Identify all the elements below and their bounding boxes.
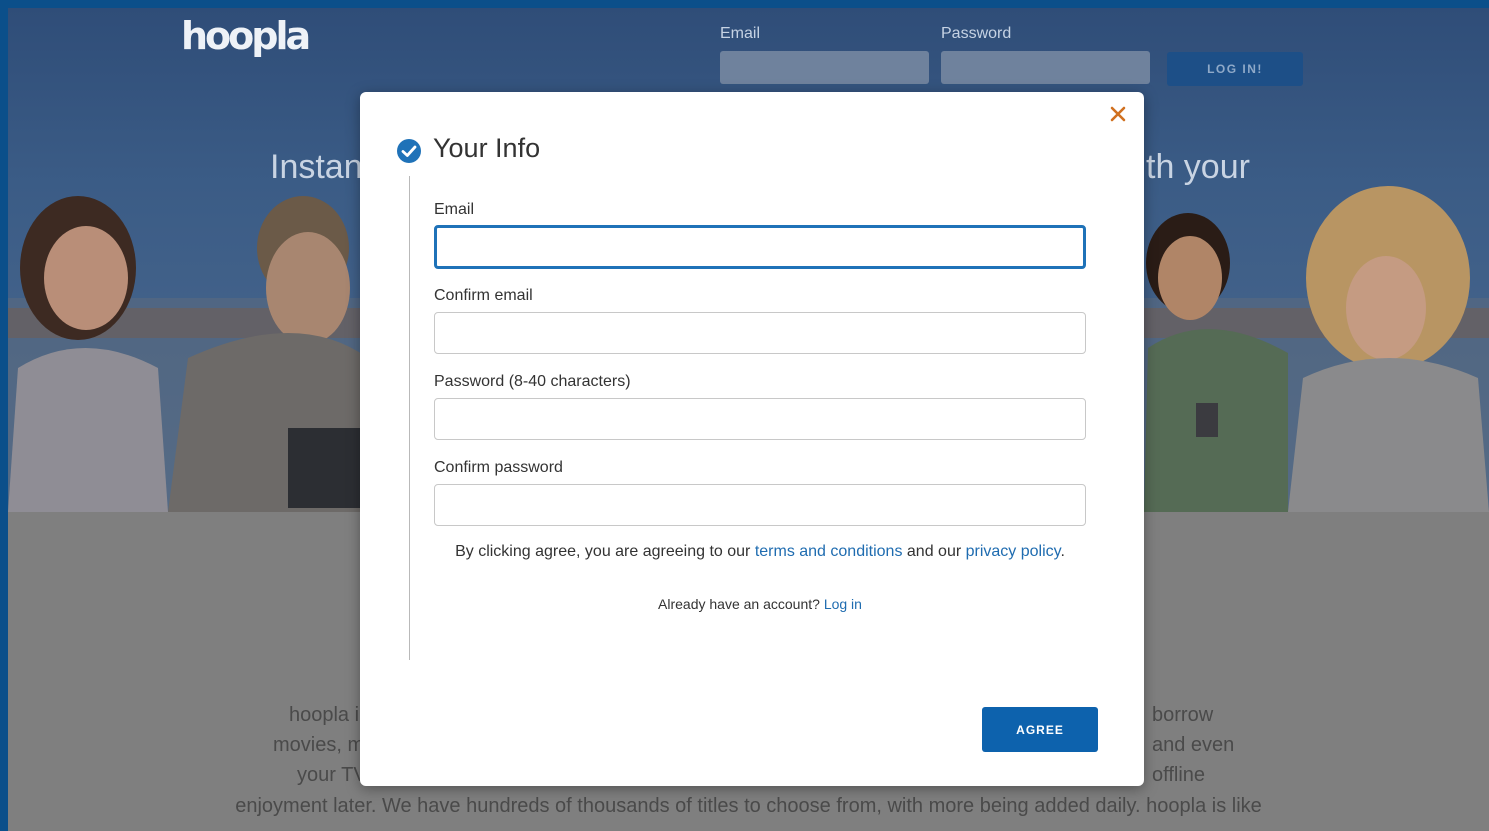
check-circle-icon [397,139,421,163]
hero-headline-left: Instant [270,148,373,186]
privacy-policy-link[interactable]: privacy policy [966,543,1061,560]
intro-line-2-left: movies, m [273,734,365,756]
terms-notice: By clicking agree, you are agreeing to o… [434,543,1086,561]
header-email-input[interactable] [720,51,929,84]
terms-and-conditions-link[interactable]: terms and conditions [755,543,903,560]
confirm-email-label: Confirm email [434,287,533,304]
hero-headline-right: th your [1146,148,1250,186]
intro-line-3-right: offline [1152,764,1206,786]
intro-line-4: enjoyment later. We have hundreds of tho… [235,795,1262,817]
password-field[interactable] [434,398,1086,440]
login-button[interactable]: LOG IN! [1167,52,1303,86]
step-divider-line [409,176,410,660]
email-label: Email [434,201,475,218]
confirm-password-label: Confirm password [434,459,563,476]
log-in-link[interactable]: Log in [824,596,862,612]
hoopla-logo[interactable]: hoopla [181,14,311,58]
close-icon [1110,106,1126,122]
intro-line-1-left: hoopla i [289,704,360,726]
terms-suffix: . [1060,543,1065,560]
header-password-label: Password [941,25,1012,42]
header-password-input[interactable] [941,51,1150,84]
header-email-label: Email [720,25,761,42]
password-label: Password (8-40 characters) [434,373,631,390]
your-info-modal: Your Info Email Confirm email Password (… [360,92,1144,786]
confirm-password-field[interactable] [434,484,1086,526]
modal-title: Your Info [433,133,541,163]
terms-middle: and our [902,543,966,560]
email-field[interactable] [434,225,1086,269]
intro-line-1-right: borrow [1152,704,1214,726]
already-have-account: Already have an account? Log in [434,596,1086,612]
already-text: Already have an account? [658,596,824,612]
intro-line-2-right: and even [1152,734,1235,756]
confirm-email-field[interactable] [434,312,1086,354]
agree-button[interactable]: AGREE [982,707,1098,752]
terms-prefix: By clicking agree, you are agreeing to o… [455,543,755,560]
close-button[interactable] [1104,100,1132,128]
intro-line-3-left: your TV [297,764,367,786]
